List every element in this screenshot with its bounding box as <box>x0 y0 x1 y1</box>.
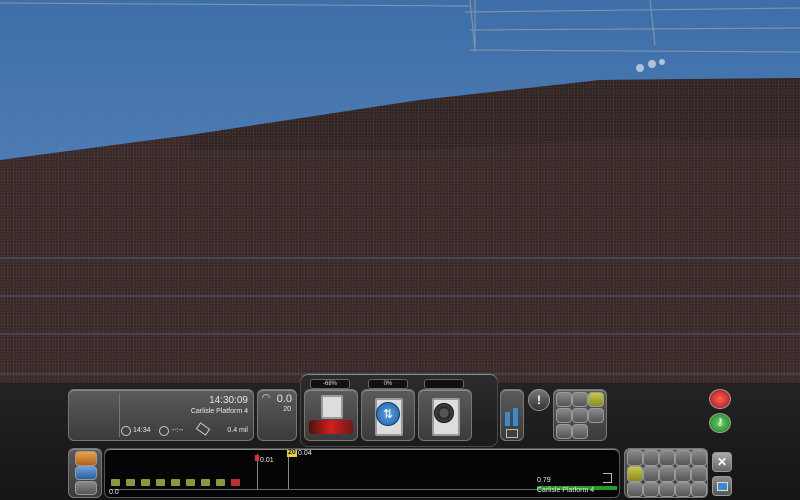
reverser-lever[interactable] <box>321 395 343 419</box>
screenshot-button[interactable] <box>712 476 732 496</box>
zero-label: 0.0 <box>109 489 119 496</box>
wagon-icon[interactable] <box>556 392 572 407</box>
track-segment <box>141 479 150 486</box>
end-distance: 0.79 <box>537 477 551 484</box>
loco-icon[interactable] <box>675 450 691 466</box>
door-icon[interactable] <box>659 450 675 466</box>
end-label: Carlisle Platform 4 <box>537 487 595 494</box>
notebook-icon[interactable] <box>75 466 97 480</box>
eye-icon[interactable] <box>627 482 643 497</box>
direction-arrows-icon: ⇅ <box>376 402 400 426</box>
track-line <box>111 489 611 490</box>
marker-line-2 <box>288 454 289 489</box>
no-service-icon <box>159 426 169 436</box>
function-grid <box>553 389 607 441</box>
distance-icon <box>195 422 211 436</box>
track-segment <box>186 479 195 486</box>
speed-limit: 20 <box>283 406 291 413</box>
clock-icon <box>121 426 131 436</box>
wrench-icon[interactable] <box>627 450 643 466</box>
track-segment <box>111 479 120 486</box>
key-icon: ⚷ <box>716 417 724 428</box>
emergency-button[interactable] <box>709 389 731 409</box>
track-segment <box>171 479 180 486</box>
track-segment <box>126 479 135 486</box>
sand-icon[interactable] <box>556 424 572 439</box>
pantograph-icon[interactable] <box>588 392 604 407</box>
marker-label-2: 0.04 <box>298 450 312 457</box>
terrain-texture <box>0 80 800 400</box>
lamp-icon[interactable] <box>572 392 588 407</box>
save-icon[interactable] <box>691 466 707 482</box>
left-icon-column <box>68 448 102 498</box>
brake-wheel-icon <box>434 403 454 423</box>
reverser-control[interactable] <box>304 389 358 441</box>
track-segment <box>216 479 225 486</box>
coupler-icon[interactable] <box>556 408 572 423</box>
person-icon[interactable] <box>675 482 691 497</box>
marker-label-1: 0.01 <box>260 457 274 464</box>
move-icon[interactable] <box>643 466 659 482</box>
signal-icon[interactable] <box>643 450 659 466</box>
track-segment <box>231 479 240 486</box>
grid-icon <box>506 429 518 438</box>
speed-value: 0.0 <box>276 393 292 405</box>
tools-grid <box>624 448 708 498</box>
brake-readout <box>424 379 464 389</box>
alarm-icon: ! <box>537 393 541 407</box>
eta-time: 14:34 <box>133 427 151 434</box>
camera-switch-icon[interactable] <box>75 481 97 495</box>
settings-icon[interactable] <box>659 482 675 497</box>
speed-marker-value: 20 <box>288 449 296 456</box>
platform-icon <box>603 473 612 483</box>
level-bar-right <box>513 408 518 426</box>
brake-icon[interactable] <box>588 408 604 423</box>
reverser-readout: -68% <box>310 379 350 389</box>
pause-icon[interactable] <box>691 450 707 466</box>
camera-icon[interactable] <box>675 466 691 482</box>
level-panel[interactable] <box>500 389 524 441</box>
list-icon[interactable] <box>691 482 707 497</box>
throttle-readout: 0% <box>368 379 408 389</box>
marker-flag <box>255 455 259 461</box>
brake-control[interactable] <box>418 389 472 441</box>
divider <box>119 393 120 437</box>
horn-icon[interactable] <box>572 408 588 423</box>
clock-tool-icon[interactable] <box>659 466 675 482</box>
alarm-button[interactable]: ! <box>528 389 550 411</box>
location-name: Carlisle Platform 4 <box>190 408 248 415</box>
screenshot-icon <box>717 482 728 491</box>
close-icon: ✕ <box>716 455 728 469</box>
throttle-control[interactable]: ⇅ <box>361 389 415 441</box>
clock: 14:30:09 <box>209 395 248 406</box>
bell-icon[interactable] <box>572 424 588 439</box>
segment-strip <box>111 479 251 488</box>
track-segment <box>201 479 210 486</box>
key-button[interactable]: ⚷ <box>709 413 731 433</box>
close-button[interactable]: ✕ <box>712 452 732 472</box>
speed-panel: 0.0 20 <box>257 389 297 441</box>
track-monitor: 0.01 20 0.04 0.0 0.79 Carlisle Platform … <box>104 448 620 498</box>
track-segment <box>156 479 165 486</box>
info-panel: 14:30:09 Carlisle Platform 4 14:34 --:--… <box>68 389 254 441</box>
level-bar-left <box>505 412 510 426</box>
reverser-gauge <box>309 420 353 434</box>
eta-extra: --:-- <box>172 427 184 434</box>
look-icon[interactable] <box>627 466 643 482</box>
distance: 0.4 mil <box>227 427 248 434</box>
speedometer-icon <box>262 394 270 398</box>
plus-icon[interactable] <box>643 482 659 497</box>
map-icon[interactable] <box>75 451 97 466</box>
